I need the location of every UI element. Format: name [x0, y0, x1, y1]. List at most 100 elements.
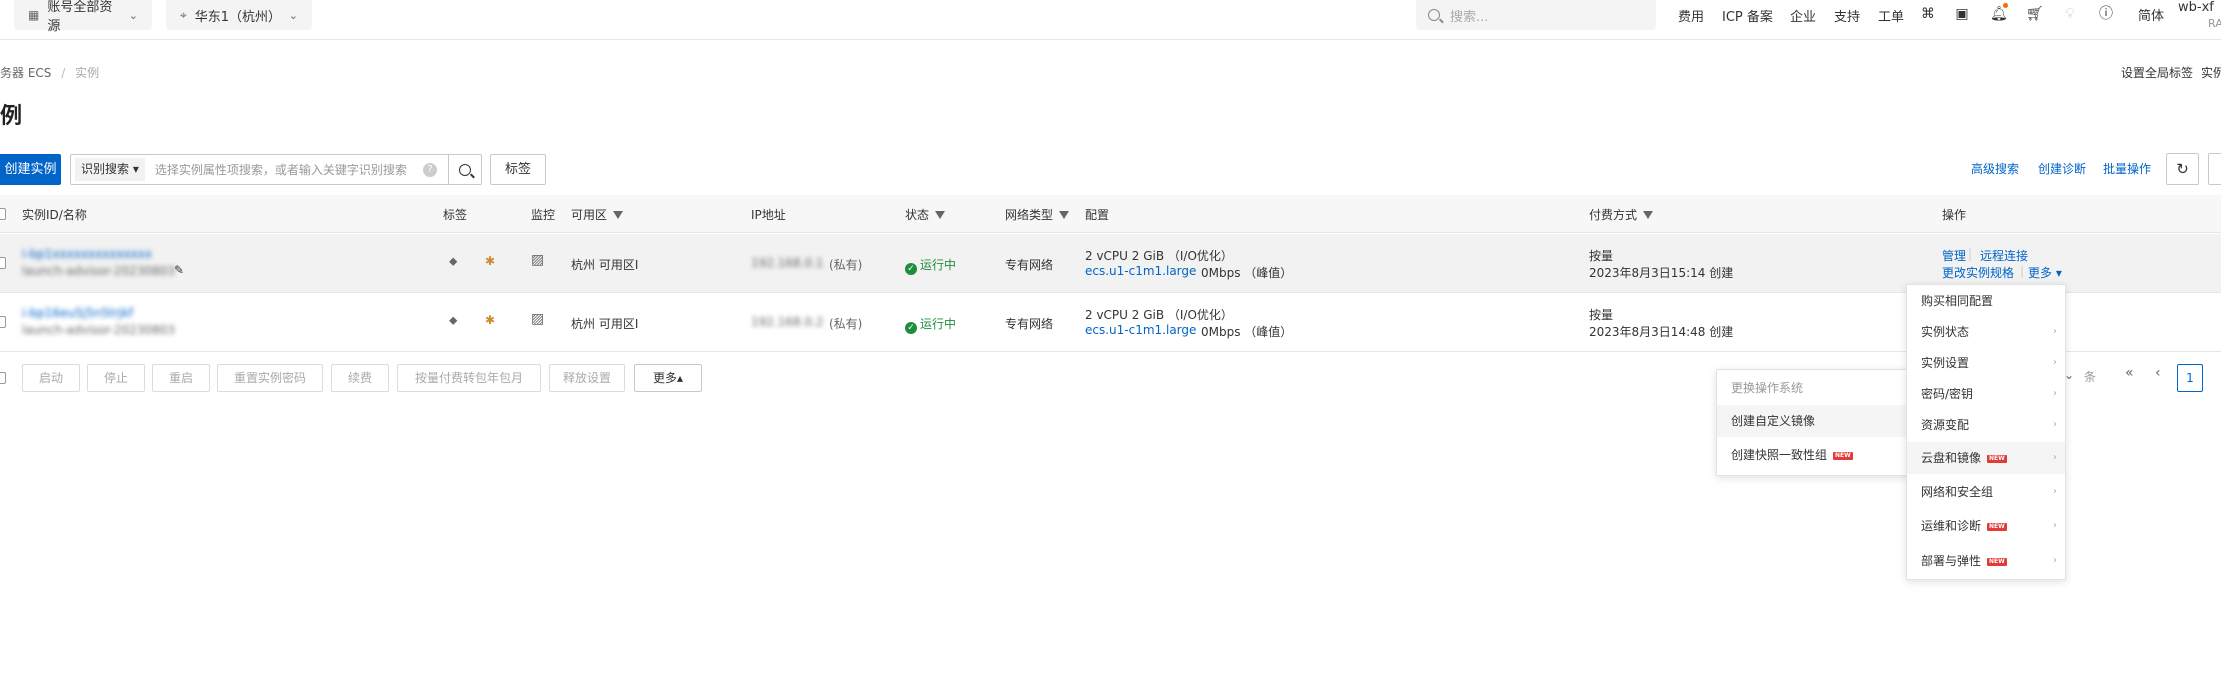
convert-billing-button[interactable]: 按量付费转包年包月 — [397, 364, 541, 392]
edit-pencil-icon[interactable]: ✎ — [174, 263, 184, 277]
chevron-right-icon: › — [2053, 452, 2057, 463]
remote-connect-link[interactable]: 远程连接 — [1980, 247, 2028, 264]
refresh-icon: ↻ — [2176, 160, 2189, 178]
app-badge-icon[interactable]: ✱ — [485, 254, 495, 268]
menu-item-instance-status[interactable]: 实例状态 › — [1907, 316, 2065, 348]
image-icon[interactable]: ▣ — [1954, 6, 1970, 22]
row-checkbox[interactable] — [0, 316, 6, 328]
instance-link-cut[interactable]: 实例 — [2201, 64, 2221, 81]
instance-search-input[interactable]: 选择实例属性项搜索，或者输入关键字识别搜索 — [155, 161, 423, 178]
menu-item-buy-same-config[interactable]: 购买相同配置 — [1907, 285, 2065, 317]
bottom-more-button[interactable]: 更多▴ — [634, 364, 702, 392]
select-all-checkbox[interactable] — [0, 208, 6, 220]
refresh-button[interactable]: ↻ — [2166, 153, 2199, 185]
bottom-select-all-checkbox[interactable] — [0, 372, 6, 384]
filter-icon[interactable] — [935, 210, 946, 219]
lightbulb-icon[interactable]: 💡︎ — [2062, 6, 2078, 22]
cart-icon[interactable]: 🛒︎ — [2026, 6, 2044, 22]
instance-type-link[interactable]: ecs.u1-c1m1.large — [1085, 264, 1196, 278]
global-tags-link[interactable]: 设置全局标签 — [2121, 64, 2193, 81]
table-row: i-bp16eu5j5n5trjkf launch-advisor-202308… — [0, 293, 2221, 352]
config-spec: 2 vCPU 2 GiB （I/O优化） — [1085, 308, 1233, 322]
download-button[interactable]: ⤓ — [2208, 153, 2221, 185]
top-link-enterprise[interactable]: 企业 — [1790, 6, 1816, 25]
manage-link[interactable]: 管理 — [1942, 247, 1966, 264]
filter-icon[interactable] — [1059, 210, 1070, 219]
instance-id[interactable]: i-bp16eu5j5n5trjkf — [22, 306, 133, 320]
header-status: 状态 — [905, 206, 946, 223]
menu-item-create-snapshot-group[interactable]: 创建快照一致性组 NEW — [1717, 439, 1909, 471]
region-selector[interactable]: ⌖ 华东1（杭州） ⌄ — [166, 0, 312, 30]
code-icon[interactable]: ⌘ — [1920, 6, 1936, 22]
header-billing: 付费方式 — [1589, 206, 1654, 223]
bell-icon[interactable]: 🔔︎ — [1990, 6, 2008, 22]
header-ip: IP地址 — [751, 208, 786, 222]
account-resources-selector[interactable]: ▦ 账号全部资源 ⌄ — [14, 0, 152, 34]
zone-value: 杭州 可用区I — [571, 317, 639, 331]
menu-item-disk-image[interactable]: 云盘和镜像 NEW › — [1907, 442, 2065, 474]
op-divider: | — [1968, 247, 1973, 261]
search-icon — [1428, 9, 1440, 21]
user-name[interactable]: wb-xf — [2178, 0, 2214, 15]
caret-up-icon: ▴ — [676, 371, 684, 385]
header-network: 网络类型 — [1005, 206, 1070, 223]
op-divider: | — [2020, 264, 2025, 278]
create-instance-button[interactable]: 创建实例 — [0, 154, 61, 185]
chevron-down-icon: ⌄ — [128, 8, 138, 22]
location-pin-icon: ⌖ — [180, 7, 187, 22]
filter-icon[interactable] — [613, 210, 624, 219]
menu-item-network-security[interactable]: 网络和安全组 › — [1907, 476, 2065, 508]
breadcrumb-parent[interactable]: 务器 ECS — [0, 66, 51, 80]
top-link-ticket[interactable]: 工单 — [1878, 6, 1904, 25]
menu-item-ops-diagnosis[interactable]: 运维和诊断 NEW › — [1907, 510, 2065, 542]
status-badge: ✓ 运行中 — [905, 315, 956, 334]
reset-password-button[interactable]: 重置实例密码 — [217, 364, 323, 392]
header-config: 配置 — [1085, 208, 1110, 222]
menu-item-create-custom-image[interactable]: 创建自定义镜像 — [1717, 405, 1909, 437]
first-page-icon[interactable]: « — [2125, 365, 2134, 381]
app-badge-icon[interactable]: ✱ — [485, 313, 495, 327]
more-ops-link[interactable]: 更多 ▾ — [2028, 264, 2062, 281]
advanced-search-link[interactable]: 高级搜索 — [1971, 160, 2019, 177]
breadcrumb: 务器 ECS / 实例 — [0, 64, 99, 81]
filter-icon[interactable] — [1643, 210, 1654, 219]
batch-operations-link[interactable]: 批量操作 — [2103, 160, 2151, 177]
network-type: 专有网络 — [1005, 317, 1054, 331]
tags-button[interactable]: 标签 — [490, 154, 546, 185]
tag-icon[interactable]: ⬥ — [449, 313, 457, 328]
menu-item-password-keys[interactable]: 密码/密钥 › — [1907, 378, 2065, 410]
menu-item-instance-settings[interactable]: 实例设置 › — [1907, 347, 2065, 379]
menu-item-deploy-elastic[interactable]: 部署与弹性 NEW › — [1907, 545, 2065, 577]
breadcrumb-separator: / — [61, 66, 66, 80]
search-mode-select[interactable]: 识别搜索 ▾ — [75, 158, 145, 181]
help-circle-icon[interactable]: ? — [423, 162, 437, 177]
language-switch[interactable]: 简体 — [2138, 6, 2164, 24]
header-monitor: 监控 — [531, 208, 556, 222]
stop-button[interactable]: 停止 — [87, 364, 145, 392]
tag-icon[interactable]: ⬥ — [449, 254, 457, 269]
top-link-support[interactable]: 支持 — [1834, 6, 1860, 25]
start-button[interactable]: 启动 — [22, 364, 80, 392]
create-diagnosis-link[interactable]: 创建诊断 — [2038, 160, 2086, 177]
change-spec-link[interactable]: 更改实例规格 — [1942, 264, 2014, 281]
top-link-billing[interactable]: 费用 — [1678, 6, 1704, 25]
global-search-input[interactable]: 搜索... — [1416, 0, 1656, 30]
config-spec: 2 vCPU 2 GiB （I/O优化） — [1085, 249, 1233, 263]
search-submit-button[interactable] — [448, 154, 482, 185]
release-settings-button[interactable]: 释放设置 — [549, 364, 625, 392]
instance-search-group: 识别搜索 ▾ 选择实例属性项搜索，或者输入关键字识别搜索 ? — [70, 154, 482, 185]
search-icon — [459, 163, 471, 176]
help-icon[interactable]: ⓘ — [2098, 6, 2114, 22]
top-link-icp[interactable]: ICP 备案 — [1722, 6, 1773, 25]
instance-id[interactable]: i-bp1xxxxxxxxxxxxxx — [22, 247, 152, 261]
monitor-chart-icon[interactable]: ▨ — [531, 311, 544, 327]
page-number-current[interactable]: 1 — [2177, 364, 2203, 392]
instance-type-link[interactable]: ecs.u1-c1m1.large — [1085, 323, 1196, 337]
network-type: 专有网络 — [1005, 258, 1054, 272]
prev-page-icon[interactable]: ‹ — [2155, 365, 2161, 381]
restart-button[interactable]: 重启 — [152, 364, 210, 392]
renew-button[interactable]: 续费 — [331, 364, 389, 392]
monitor-chart-icon[interactable]: ▨ — [531, 252, 544, 268]
menu-item-resource-change[interactable]: 资源变配 › — [1907, 409, 2065, 441]
row-checkbox[interactable] — [0, 257, 6, 269]
